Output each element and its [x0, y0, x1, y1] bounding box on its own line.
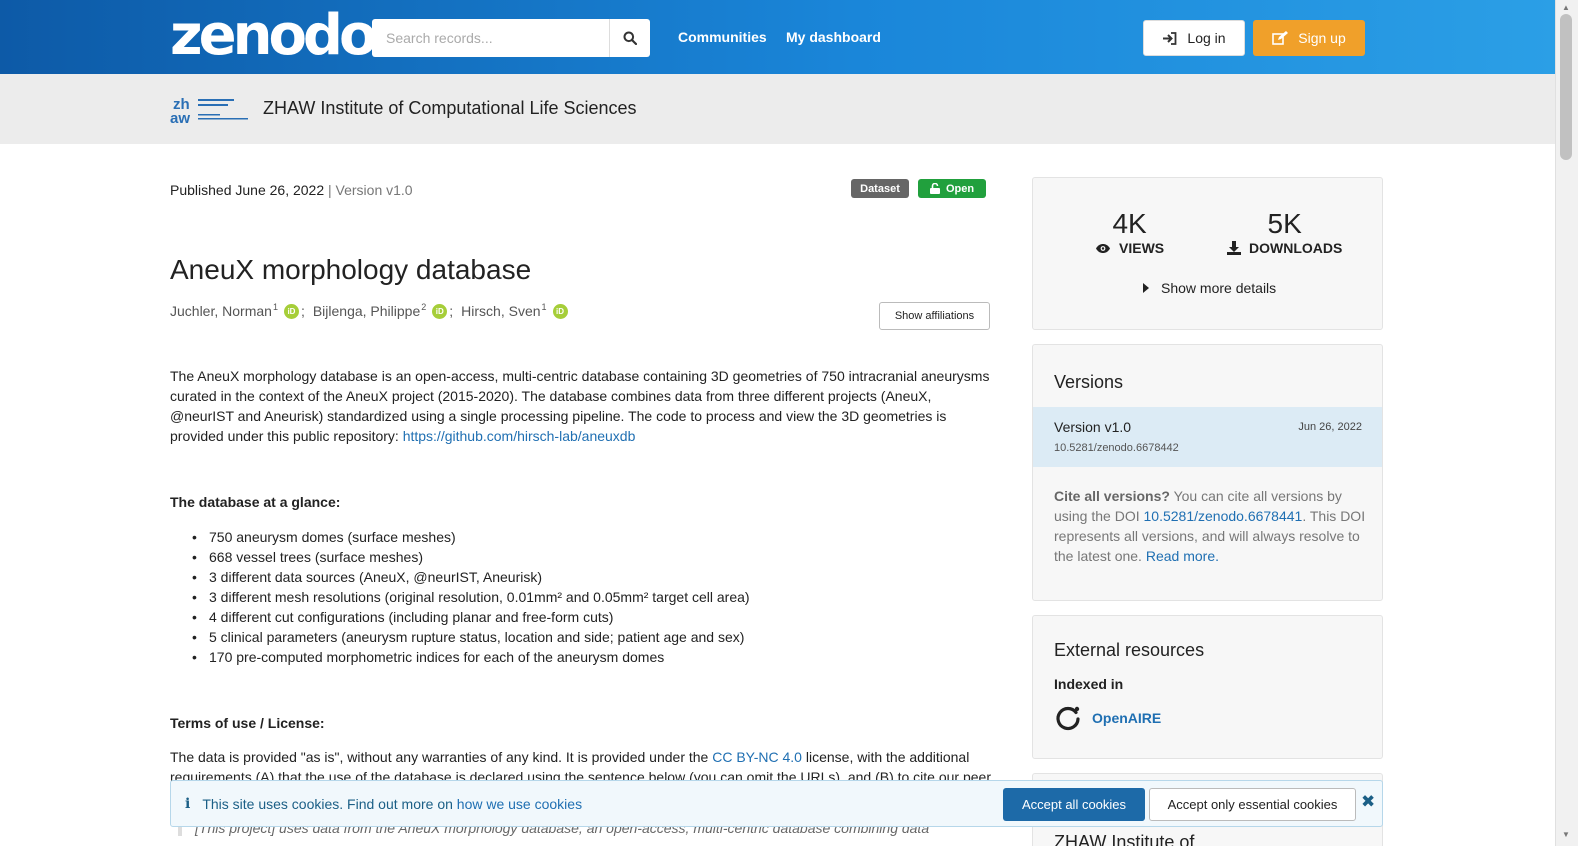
views-count: 4K [1112, 208, 1147, 239]
author[interactable]: Juchler, Norman 1 iD [170, 302, 299, 319]
eye-icon [1096, 243, 1110, 253]
versions-heading: Versions [1054, 372, 1124, 392]
version-label: | Version v1.0 [328, 182, 413, 198]
publish-date: Published June 26, 2022 [170, 182, 325, 198]
signup-button[interactable]: Sign up [1253, 20, 1365, 56]
orcid-icon[interactable]: iD [552, 303, 568, 319]
close-icon[interactable]: ✖ [1361, 792, 1375, 812]
nav-dashboard-link[interactable]: My dashboard [786, 29, 881, 45]
repository-link[interactable]: https://github.com/hirsch-lab/aneuxdb [403, 428, 636, 444]
top-navbar: zenodo Communities My dashboard Log in S… [0, 0, 1555, 74]
read-more-link[interactable]: Read more. [1146, 548, 1219, 564]
list-item: 668 vessel trees (surface meshes) [192, 547, 750, 567]
version-date: Jun 26, 2022 [1298, 421, 1362, 433]
sign-in-icon [1163, 31, 1177, 45]
record-description: The AneuX morphology database is an open… [170, 368, 990, 444]
author-list: Juchler, Norman 1 iD; Bijlenga, Philippe 2 i… [170, 302, 568, 319]
version-item[interactable]: Version v1.0 Jun 26, 2022 10.5281/zenodo… [1033, 407, 1382, 467]
scroll-up-icon[interactable]: ▲ [1562, 3, 1570, 12]
downloads-stat: 5K DOWNLOADS [1227, 208, 1342, 256]
terms-heading: Terms of use / License: [170, 715, 325, 731]
stats-panel: 4K VIEWS 5K DOWNLOADS Show more details [1032, 177, 1383, 330]
openaire-icon [1056, 706, 1080, 731]
version-doi: 10.5281/zenodo.6678442 [1054, 442, 1179, 454]
accept-essential-cookies-button[interactable]: Accept only essential cookies [1149, 788, 1356, 821]
license-link[interactable]: CC BY-NC 4.0 [712, 749, 802, 765]
list-item: 3 different data sources (AneuX, @neurIS… [192, 567, 750, 587]
search-input[interactable] [372, 19, 609, 57]
search-button[interactable] [609, 19, 650, 57]
orcid-icon[interactable]: iD [432, 303, 448, 319]
glance-heading: The database at a glance: [170, 494, 341, 510]
cookie-policy-link[interactable]: how we use cookies [457, 796, 582, 812]
edit-icon [1272, 31, 1289, 45]
author[interactable]: Bijlenga, Philippe 2 iD [313, 302, 448, 319]
external-resources-panel: External resources Indexed in OpenAIRE [1032, 615, 1383, 759]
login-button[interactable]: Log in [1143, 20, 1245, 56]
access-label: Open [945, 182, 975, 195]
concept-doi-link[interactable]: 10.5281/zenodo.6678441 [1144, 508, 1303, 524]
list-item: 170 pre-computed morphometric indices fo… [192, 647, 750, 667]
search-icon [623, 31, 637, 45]
community-panel-heading: ZHAW Institute of... [1054, 832, 1210, 846]
access-badge: Open [918, 179, 986, 198]
signup-label: Sign up [1298, 30, 1346, 46]
list-item: 750 aneurysm domes (surface meshes) [192, 527, 750, 547]
login-label: Log in [1187, 30, 1226, 46]
download-icon [1227, 241, 1241, 255]
external-resources-heading: External resources [1054, 640, 1205, 660]
cookie-message: i This site uses cookies. Find out more … [185, 796, 583, 812]
scroll-down-icon[interactable]: ▼ [1562, 830, 1570, 839]
openaire-label: OpenAIRE [1092, 710, 1162, 726]
views-stat: 4K VIEWS [1095, 208, 1164, 256]
show-more-details-toggle[interactable]: Show more details [1143, 280, 1276, 296]
caret-right-icon [1143, 283, 1149, 293]
cookie-banner: i This site uses cookies. Find out more … [170, 780, 1383, 827]
unlock-icon [929, 183, 940, 194]
show-affiliations-button[interactable]: Show affiliations [879, 302, 990, 330]
more-details-label: Show more details [1161, 280, 1277, 296]
zhaw-logo[interactable]: zh aw [170, 96, 252, 126]
views-label: VIEWS [1119, 240, 1165, 256]
list-item: 3 different mesh resolutions (original r… [192, 587, 750, 607]
downloads-count: 5K [1267, 208, 1302, 239]
scroll-thumb[interactable] [1560, 14, 1572, 160]
versions-panel: Versions Version v1.0 Jun 26, 2022 10.52… [1032, 344, 1383, 601]
cite-all-versions-text: Cite all versions? You can cite all vers… [1054, 488, 1366, 564]
accept-all-cookies-button[interactable]: Accept all cookies [1003, 788, 1145, 821]
search-box [372, 19, 650, 57]
list-item: 4 different cut configurations (includin… [192, 607, 750, 627]
author[interactable]: Hirsch, Sven 1 iD [461, 302, 568, 319]
record-title: AneuX morphology database [170, 254, 532, 285]
svg-text:aw: aw [170, 110, 190, 126]
downloads-label: DOWNLOADS [1249, 240, 1343, 256]
orcid-icon[interactable]: iD [283, 303, 299, 319]
version-name: Version v1.0 [1054, 419, 1132, 435]
glance-list: 750 aneurysm domes (surface meshes) 668 … [192, 527, 750, 667]
indexed-in-label: Indexed in [1054, 676, 1124, 692]
zenodo-logo[interactable]: zenodo [170, 6, 377, 66]
info-icon: i [185, 796, 191, 812]
nav-communities-link[interactable]: Communities [678, 29, 767, 45]
openaire-link[interactable]: OpenAIRE [1054, 704, 1161, 732]
scrollbar[interactable]: ▲ ▼ [1555, 0, 1578, 846]
community-title[interactable]: ZHAW Institute of Computational Life Sci… [263, 98, 637, 119]
publish-info: Published June 26, 2022 | Version v1.0 [170, 182, 413, 198]
resource-type-badge: Dataset [851, 179, 909, 198]
list-item: 5 clinical parameters (aneurysm rupture … [192, 627, 750, 647]
